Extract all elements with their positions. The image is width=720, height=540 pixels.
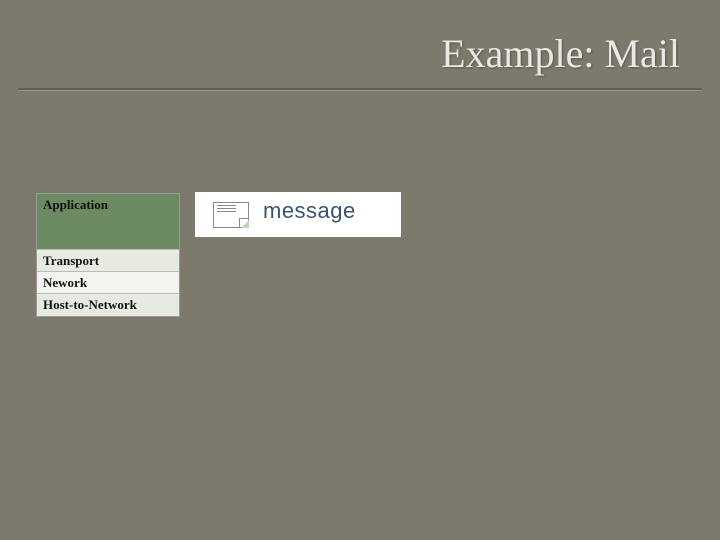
mail-icon-corner xyxy=(241,220,249,228)
protocol-stack: Application Transport Nework Host-to-Net… xyxy=(36,193,180,317)
slide-title: Example: Mail xyxy=(441,30,680,77)
layer-network: Nework xyxy=(37,272,179,294)
mail-icon xyxy=(213,202,249,228)
message-panel: message xyxy=(195,192,401,237)
layer-application: Application xyxy=(37,194,179,250)
title-underline xyxy=(18,88,702,91)
layer-transport: Transport xyxy=(37,250,179,272)
mail-icon-lines xyxy=(217,205,236,214)
layer-host-to-network: Host-to-Network xyxy=(37,294,179,316)
slide: Example: Mail Application Transport Newo… xyxy=(0,0,720,540)
message-label: message xyxy=(263,198,356,224)
